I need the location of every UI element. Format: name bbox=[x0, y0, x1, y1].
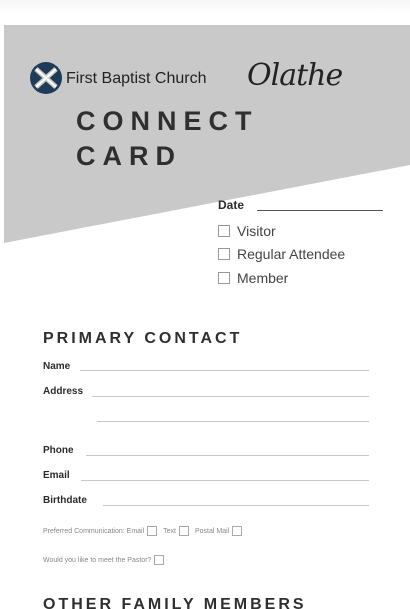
visitor-option[interactable]: Visitor bbox=[218, 223, 276, 239]
card-title-line2: CARD bbox=[76, 141, 182, 171]
visitor-label: Visitor bbox=[237, 223, 276, 239]
other-family-members-heading: OTHER FAMILY MEMBERS bbox=[43, 596, 307, 609]
meet-pastor-label: Would you like to meet the Pastor? bbox=[43, 556, 152, 564]
birthdate-label: Birthdate bbox=[43, 495, 87, 506]
primary-contact-heading: PRIMARY CONTACT bbox=[43, 330, 243, 347]
text-pref-checkbox[interactable] bbox=[179, 526, 189, 536]
postal-mail-pref-label: Postal Mail bbox=[195, 527, 230, 535]
birthdate-field[interactable] bbox=[103, 505, 369, 506]
regular-attendee-checkbox[interactable] bbox=[218, 248, 230, 260]
text-pref-label: Text bbox=[163, 527, 176, 535]
member-checkbox[interactable] bbox=[218, 272, 230, 284]
address-label: Address bbox=[43, 386, 84, 397]
regular-attendee-label: Regular Attendee bbox=[237, 246, 346, 262]
meet-pastor-row: Would you like to meet the Pastor? bbox=[43, 555, 170, 565]
email-label: Email bbox=[43, 470, 70, 481]
member-option[interactable]: Member bbox=[218, 270, 288, 286]
church-name: First Baptist Church bbox=[66, 70, 207, 87]
connect-card: First Baptist Church Olathe CONNECT CARD… bbox=[0, 0, 410, 609]
phone-field[interactable] bbox=[86, 455, 369, 456]
address-field-line2[interactable] bbox=[97, 421, 369, 422]
name-label: Name bbox=[43, 361, 71, 372]
regular-attendee-option[interactable]: Regular Attendee bbox=[218, 246, 345, 262]
visitor-checkbox[interactable] bbox=[218, 225, 230, 237]
church-logo-icon bbox=[30, 62, 62, 94]
meet-pastor-checkbox[interactable] bbox=[154, 555, 165, 565]
postal-mail-pref-checkbox[interactable] bbox=[232, 526, 243, 536]
preferred-communication-label: Preferred Communication: Email bbox=[43, 527, 145, 535]
address-field-line1[interactable] bbox=[92, 396, 369, 397]
email-field[interactable] bbox=[81, 480, 369, 481]
city-script-logo: Olathe bbox=[247, 58, 343, 93]
date-field[interactable] bbox=[257, 210, 383, 211]
date-label: Date bbox=[218, 198, 245, 212]
name-field[interactable] bbox=[80, 370, 369, 371]
phone-label: Phone bbox=[43, 445, 74, 456]
email-pref-checkbox[interactable] bbox=[147, 526, 158, 536]
preferred-communication-row: Preferred Communication: Email Text Post… bbox=[43, 526, 248, 536]
member-label: Member bbox=[237, 270, 289, 286]
card-title-line1: CONNECT bbox=[76, 106, 259, 136]
